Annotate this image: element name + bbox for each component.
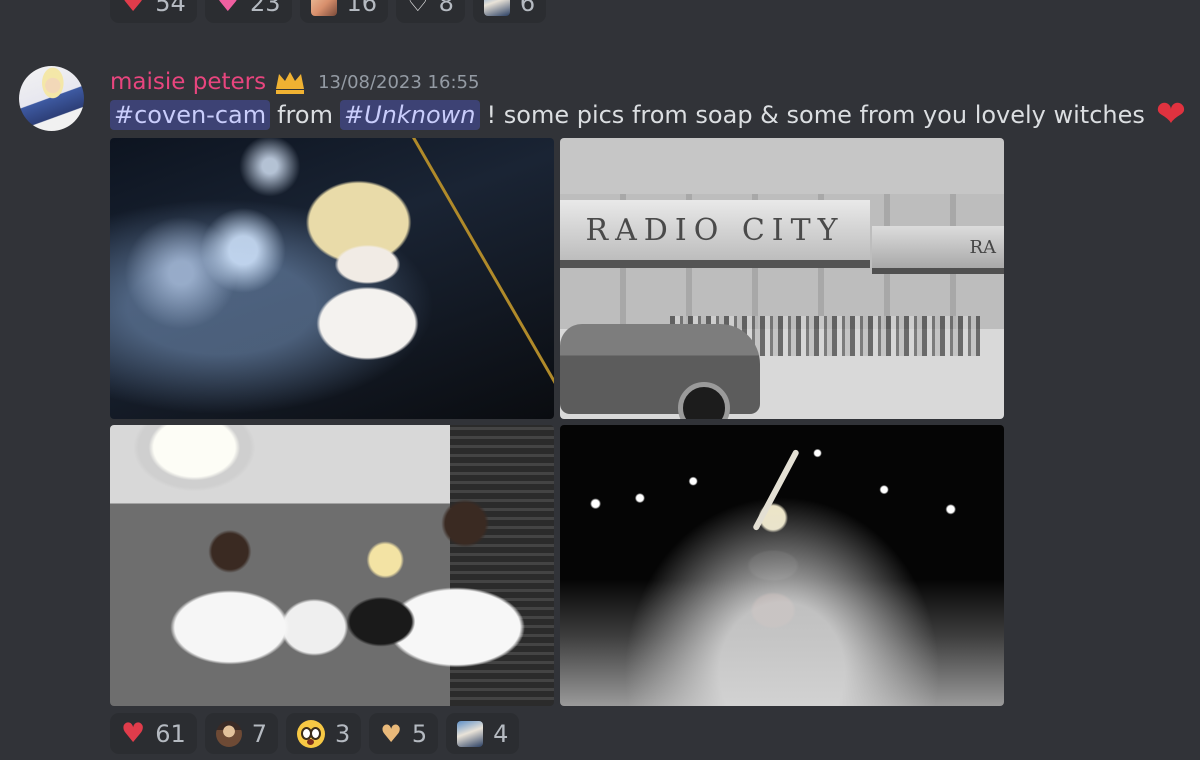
reaction-heart-hands[interactable]: ♥ 5 [369,713,439,754]
message-reactions: ♥ 61 7 3 ♥ 5 4 [110,713,520,754]
heart-icon: ♥ [121,0,146,18]
reaction-count: 16 [346,0,378,17]
reaction-count: 7 [251,719,268,748]
reaction-heart[interactable]: ♥ 61 [110,713,197,754]
timestamp[interactable]: 13/08/2023 16:55 [318,72,479,93]
message-header: maisie peters 13/08/2023 16:55 [110,66,479,98]
heart-hands-icon: ♥ [380,719,402,748]
crown-icon [276,72,305,94]
reaction-pink-heart[interactable]: ♥ 23 [204,0,292,23]
custom-emoji-icon [483,0,510,16]
custom-emoji-icon [310,0,337,16]
reaction-custom-2[interactable]: 6 [472,0,547,23]
reaction-count: 23 [249,0,281,17]
previous-message-reactions: ♥ 54 ♥ 23 16 ♡ 8 6 [110,0,547,23]
message-text: from [277,101,333,129]
reaction-count: 3 [335,719,351,748]
reaction-outline-heart[interactable]: ♡ 8 [396,0,465,23]
reaction-count: 4 [493,719,509,748]
reaction-count: 61 [155,719,186,748]
message-text: ! some pics from soap & some from you lo… [486,101,1145,129]
gallery-image-radio-city[interactable]: RADIO CITY RA [560,138,1004,419]
username[interactable]: maisie peters [110,69,266,95]
reaction-custom-1[interactable]: 16 [299,0,389,23]
channel-mention[interactable]: #coven-cam [110,100,271,130]
reaction-count: 6 [519,0,536,17]
reaction-count: 54 [155,0,186,17]
witch-emoji-icon [215,720,242,747]
reaction-custom-3[interactable]: 4 [446,713,520,754]
car [560,324,760,419]
avatar[interactable] [19,66,84,131]
unknown-channel-mention[interactable]: #Unknown [339,100,480,130]
outline-heart-icon: ♡ [407,0,429,17]
message-view: ♥ 54 ♥ 23 16 ♡ 8 6 maisie peters 13/08/2… [0,0,1200,760]
red-heart-emoji: ❤ [1155,94,1187,135]
message-content: #coven-cam from #Unknown ! some pics fro… [110,97,1186,133]
reaction-heart[interactable]: ♥ 54 [110,0,197,23]
radio-city-marquee: RADIO CITY [560,200,870,268]
gallery-image-stage-portrait[interactable] [110,138,554,419]
reaction-count: 8 [438,0,454,17]
gallery-image-backstage-group[interactable] [110,425,554,706]
reaction-flushed[interactable]: 3 [286,713,362,754]
heart-icon: ♥ [121,718,146,749]
flushed-face-icon [297,719,326,748]
reaction-count: 5 [411,719,428,748]
reaction-witch[interactable]: 7 [204,713,279,754]
custom-emoji-icon [457,720,484,747]
pink-heart-icon: ♥ [215,0,240,18]
radio-city-marquee-side: RA [872,226,1004,274]
image-gallery: RADIO CITY RA [110,138,1004,706]
gallery-image-concert-stage[interactable] [560,425,1004,706]
